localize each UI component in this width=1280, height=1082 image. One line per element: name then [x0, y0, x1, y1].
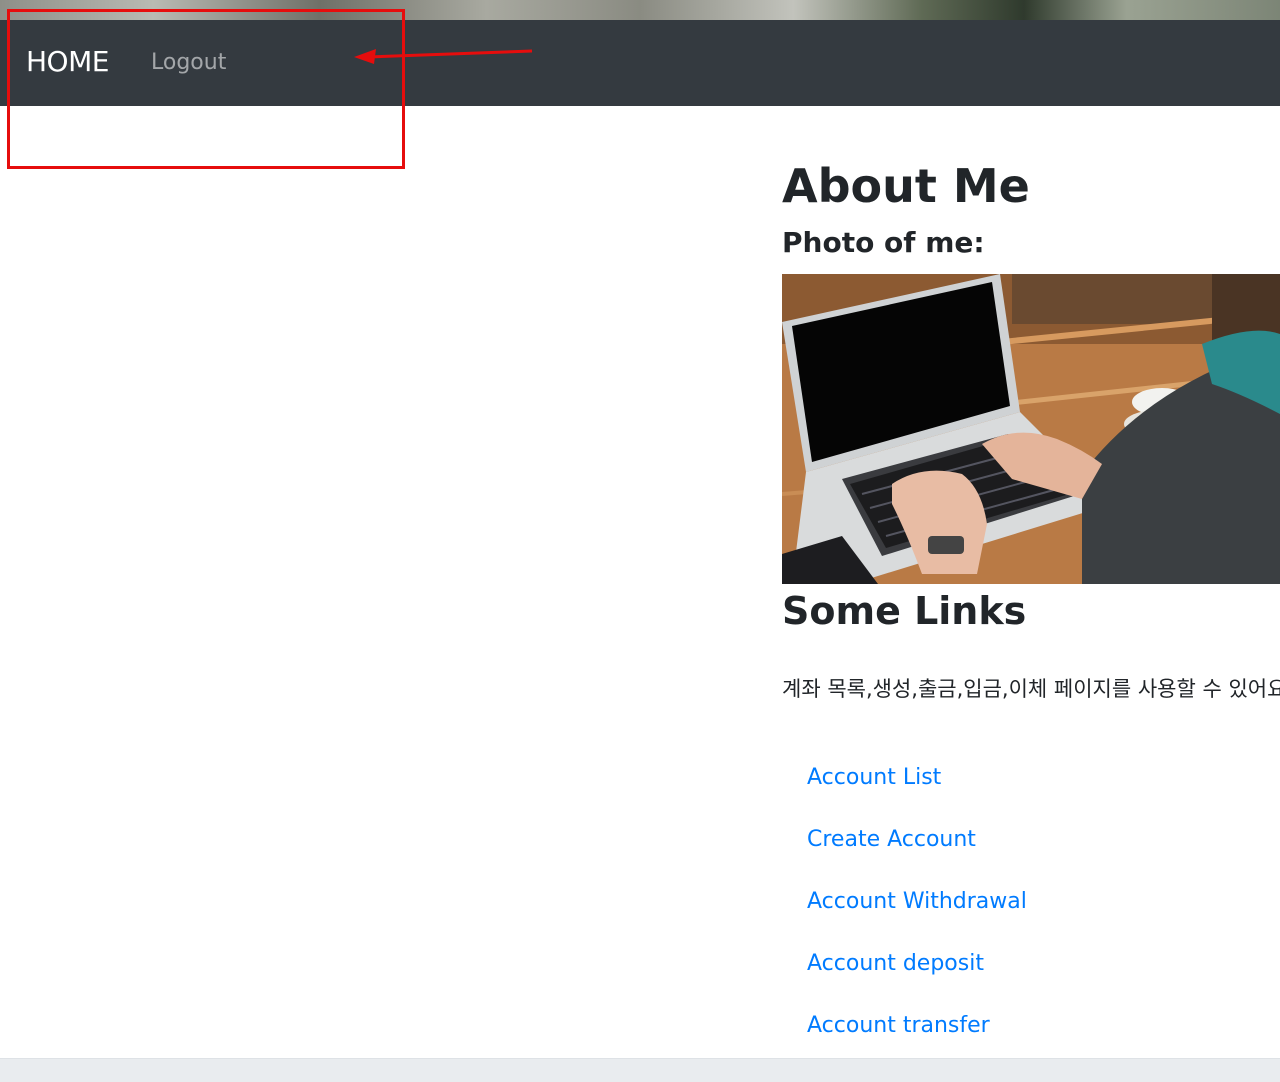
- laptop-photo-illustration: [782, 274, 1280, 584]
- link-list: Account List Create Account Account With…: [807, 764, 1027, 1074]
- list-item: Create Account: [807, 826, 1027, 888]
- photo-heading: Photo of me:: [782, 226, 985, 259]
- account-withdrawal-link[interactable]: Account Withdrawal: [807, 889, 1027, 914]
- page-title: About Me: [782, 159, 1030, 213]
- account-deposit-link[interactable]: Account deposit: [807, 951, 984, 976]
- account-list-link[interactable]: Account List: [807, 765, 941, 790]
- list-item: Account Withdrawal: [807, 888, 1027, 950]
- navbar: HOME Logout: [0, 20, 1280, 106]
- profile-photo: [782, 274, 1280, 584]
- links-heading: Some Links: [782, 589, 1027, 633]
- home-link[interactable]: HOME: [26, 45, 109, 79]
- account-transfer-link[interactable]: Account transfer: [807, 1013, 990, 1038]
- create-account-link[interactable]: Create Account: [807, 827, 976, 852]
- list-item: Account List: [807, 764, 1027, 826]
- list-item: Account deposit: [807, 950, 1027, 1012]
- logout-link[interactable]: Logout: [151, 49, 226, 77]
- header-background-image: [0, 0, 1280, 20]
- description-text: 계좌 목록,생성,출금,입금,이체 페이지를 사용할 수 있어요: [782, 677, 1280, 701]
- footer: [0, 1058, 1280, 1082]
